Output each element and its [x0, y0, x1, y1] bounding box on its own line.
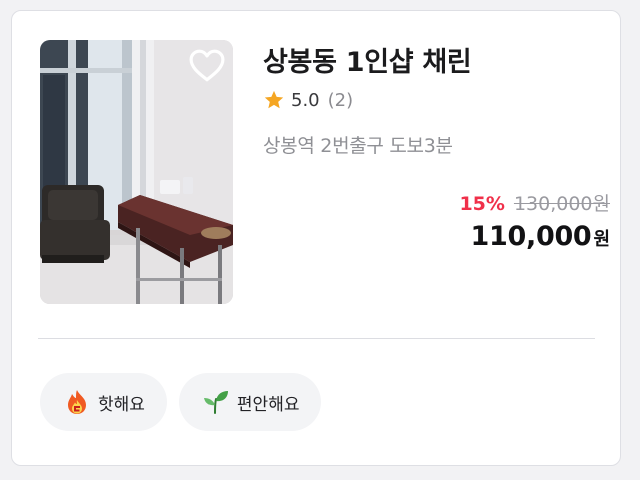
original-price: 130,000원 [513, 193, 610, 215]
tag-label: 핫해요 [98, 394, 145, 415]
rating-score: 5.0 [291, 89, 320, 111]
rating: 5.0 (2) [263, 89, 353, 111]
leaf-icon [203, 389, 229, 415]
shop-title[interactable]: 상봉동 1인샵 채린 [263, 40, 472, 79]
fire-icon [64, 389, 90, 415]
tag-label: 편안해요 [236, 394, 300, 415]
heart-icon [189, 49, 225, 82]
tag-list: 핫해요 편안해요 [40, 373, 322, 431]
tag-comfortable[interactable]: 편안해요 [178, 373, 322, 431]
location-text: 상봉역 2번출구 도보3분 [263, 135, 453, 157]
currency-unit: 원 [593, 229, 610, 250]
price-block: 15% 130,000원 110,000 원 [459, 189, 610, 252]
shop-thumbnail[interactable] [40, 40, 233, 304]
tag-hot[interactable]: 핫해요 [40, 373, 167, 431]
review-count: (2) [327, 89, 354, 111]
discount-rate: 15% [459, 193, 505, 215]
divider [38, 338, 595, 339]
favorite-button[interactable] [189, 48, 225, 84]
star-icon [264, 90, 284, 109]
sale-price: 110,000 [470, 221, 592, 252]
